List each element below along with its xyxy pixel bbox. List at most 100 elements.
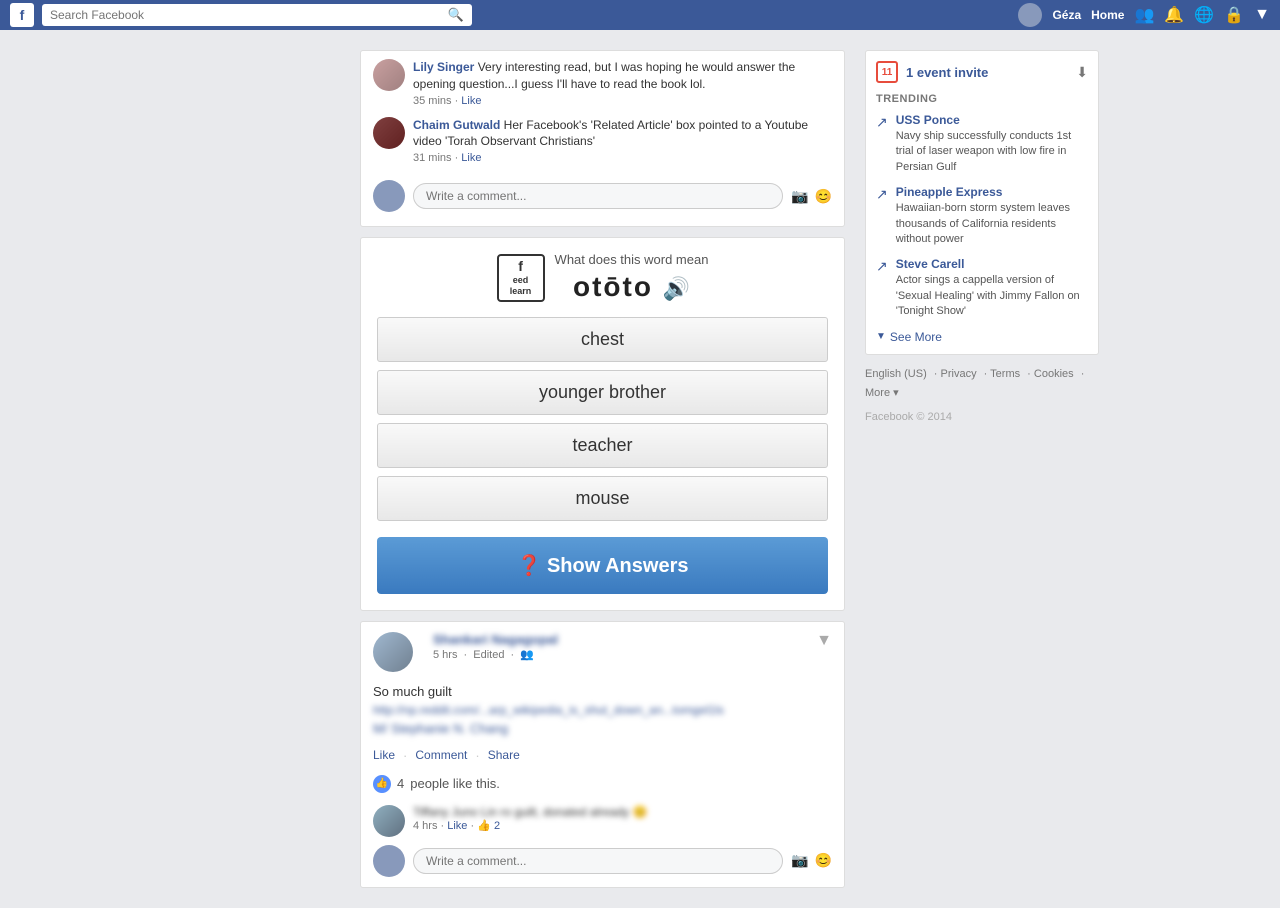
post-author-area: Shankari Nagagopal 5 hrs · Edited · 👥: [373, 632, 558, 672]
likes-link[interactable]: 👍 2: [477, 820, 500, 832]
trending-item-desc: Hawaiian-born storm system leaves thousa…: [896, 201, 1088, 247]
avatar: [373, 845, 405, 877]
trending-item-title[interactable]: Pineapple Express: [896, 185, 1088, 199]
dropdown-icon[interactable]: ▼: [1254, 6, 1270, 24]
quiz-word-area: otōto 🔊: [555, 271, 709, 303]
comment-text: Tiffany Juno Lin ro guilt, donated alrea…: [413, 805, 832, 819]
footer-link-english[interactable]: English (US): [865, 368, 927, 380]
list-item: ↗ Steve Carell Actor sings a cappella ve…: [876, 257, 1088, 319]
comment-input[interactable]: [413, 183, 783, 209]
post-meta-area: Shankari Nagagopal 5 hrs · Edited · 👥: [433, 632, 558, 661]
comment-input-area: 📷 😊: [373, 174, 832, 218]
footer-copy: Facebook © 2014: [865, 408, 1099, 428]
right-sidebar: 11 1 event invite ⬇ TRENDING ↗ USS Ponce…: [855, 40, 1109, 908]
post-comment-input[interactable]: [413, 848, 783, 874]
show-answers-label: Show Answers: [547, 555, 689, 577]
post-edited: Edited: [473, 649, 504, 661]
lock-icon[interactable]: 🔒: [1224, 5, 1244, 25]
comment-text: Chaim Gutwald Her Facebook's 'Related Ar…: [413, 117, 832, 151]
camera-icon[interactable]: 📷: [791, 188, 808, 205]
emoji-icon[interactable]: 😊: [815, 188, 832, 205]
comment-action[interactable]: Comment: [415, 748, 467, 763]
share-action[interactable]: Share: [488, 748, 520, 763]
likes-count: 4: [397, 776, 404, 791]
see-more-label: See More: [890, 330, 942, 344]
avatar: [373, 632, 413, 672]
post-meta: 5 hrs · Edited · 👥: [433, 648, 558, 661]
trending-arrow-icon: ↗: [876, 258, 888, 275]
search-icon: 🔍: [448, 7, 464, 23]
comment-author: Chaim Gutwald: [413, 118, 500, 132]
quiz-option-teacher[interactable]: teacher: [377, 423, 828, 468]
like-action[interactable]: Like: [373, 748, 395, 763]
trending-item-desc: Actor sings a cappella version of 'Sexua…: [896, 273, 1088, 319]
search-box[interactable]: 🔍: [42, 4, 472, 26]
camera-icon[interactable]: 📷: [791, 852, 808, 869]
post-link: http://np.reddit.com/...arp_wikipedia_is…: [373, 702, 832, 717]
trending-item-title[interactable]: USS Ponce: [896, 113, 1088, 127]
quiz-option-younger-brother[interactable]: younger brother: [377, 370, 828, 415]
like-thumb-icon: 👍: [373, 775, 391, 793]
see-more-link[interactable]: ▼ See More: [876, 330, 1088, 344]
show-answers-button[interactable]: ❓ Show Answers: [377, 537, 828, 594]
friends-icon[interactable]: 👥: [1134, 5, 1154, 25]
footer-link-cookies[interactable]: Cookies: [1034, 368, 1074, 380]
footer-link-more[interactable]: More ▾: [865, 387, 899, 399]
comment-body: Tiffany Juno Lin ro guilt, donated alrea…: [413, 805, 832, 832]
like-link[interactable]: Like: [461, 95, 481, 107]
main-feed: Lily Singer Very interesting read, but I…: [0, 40, 855, 908]
quiz-options: chest younger brother teacher mouse: [361, 309, 844, 537]
trending-title: TRENDING: [876, 93, 1088, 105]
trending-item-title[interactable]: Steve Carell: [896, 257, 1088, 271]
globe-icon[interactable]: 🌐: [1194, 5, 1214, 25]
comment-text: Lily Singer Very interesting read, but I…: [413, 59, 832, 93]
comment-meta: 35 mins · Like: [413, 95, 832, 107]
quiz-card: f eed learn What does this word mean otō…: [360, 237, 845, 611]
facebook-logo: f: [10, 3, 34, 27]
post-author: Shankari Nagagopal: [433, 632, 558, 647]
speaker-icon[interactable]: 🔊: [663, 276, 690, 301]
footer-link-terms[interactable]: Terms: [990, 368, 1020, 380]
quiz-subtitle: What does this word mean: [555, 252, 709, 267]
post-actions: Like · Comment · Share: [361, 744, 844, 771]
post-card: Shankari Nagagopal 5 hrs · Edited · 👥 ▼ …: [360, 621, 845, 888]
quiz-option-mouse[interactable]: mouse: [377, 476, 828, 521]
emoji-icon[interactable]: 😊: [815, 852, 832, 869]
comment-body: Lily Singer Very interesting read, but I…: [413, 59, 832, 107]
post-link-url[interactable]: http://np.reddit.com/...arp_wikipedia_is…: [373, 703, 724, 717]
notifications-icon[interactable]: 🔔: [1164, 5, 1184, 25]
comment-input-icons: 📷 😊: [791, 852, 832, 869]
comment-author: Lily Singer: [413, 60, 474, 74]
like-link[interactable]: Like: [447, 820, 467, 832]
navbar: f 🔍 Géza Home 👥 🔔 🌐 🔒 ▼: [0, 0, 1280, 30]
quiz-option-chest[interactable]: chest: [377, 317, 828, 362]
collapse-icon[interactable]: ▼: [816, 632, 832, 650]
comments-section: Lily Singer Very interesting read, but I…: [361, 51, 844, 226]
event-invite-text[interactable]: 1 event invite: [906, 65, 988, 80]
list-item: ↗ USS Ponce Navy ship successfully condu…: [876, 113, 1088, 175]
list-item: Chaim Gutwald Her Facebook's 'Related Ar…: [373, 117, 832, 165]
avatar: [1018, 3, 1042, 27]
quiz-title-area: What does this word mean otōto 🔊: [555, 252, 709, 303]
event-invite-card: 11 1 event invite ⬇ TRENDING ↗ USS Ponce…: [865, 50, 1099, 355]
trending-arrow-icon: ↗: [876, 114, 888, 131]
trending-item-desc: Navy ship successfully conducts 1st tria…: [896, 129, 1088, 175]
post-text: So much guilt: [373, 682, 832, 702]
home-link[interactable]: Home: [1091, 8, 1124, 22]
post-likes: 👍 4 people like this.: [361, 771, 844, 801]
download-icon[interactable]: ⬇: [1076, 64, 1088, 81]
search-input[interactable]: [50, 8, 448, 22]
avatar: [373, 59, 405, 91]
post-visibility-icon: 👥: [520, 649, 534, 661]
likes-text: people like this.: [410, 776, 500, 791]
post-time: 5 hrs: [433, 649, 457, 661]
like-link[interactable]: Like: [461, 152, 481, 164]
trending-section: TRENDING ↗ USS Ponce Navy ship successfu…: [876, 93, 1088, 344]
list-item: ↗ Pineapple Express Hawaiian-born storm …: [876, 185, 1088, 247]
event-invite-left: 11 1 event invite: [876, 61, 988, 83]
footer-link-privacy[interactable]: Privacy: [941, 368, 977, 380]
comment-body: Chaim Gutwald Her Facebook's 'Related Ar…: [413, 117, 832, 165]
arrow-down-icon: ▼: [876, 331, 886, 342]
list-item: Tiffany Juno Lin ro guilt, donated alrea…: [361, 801, 844, 841]
post-mention: M/ Stephanie N. Chang: [373, 721, 832, 736]
